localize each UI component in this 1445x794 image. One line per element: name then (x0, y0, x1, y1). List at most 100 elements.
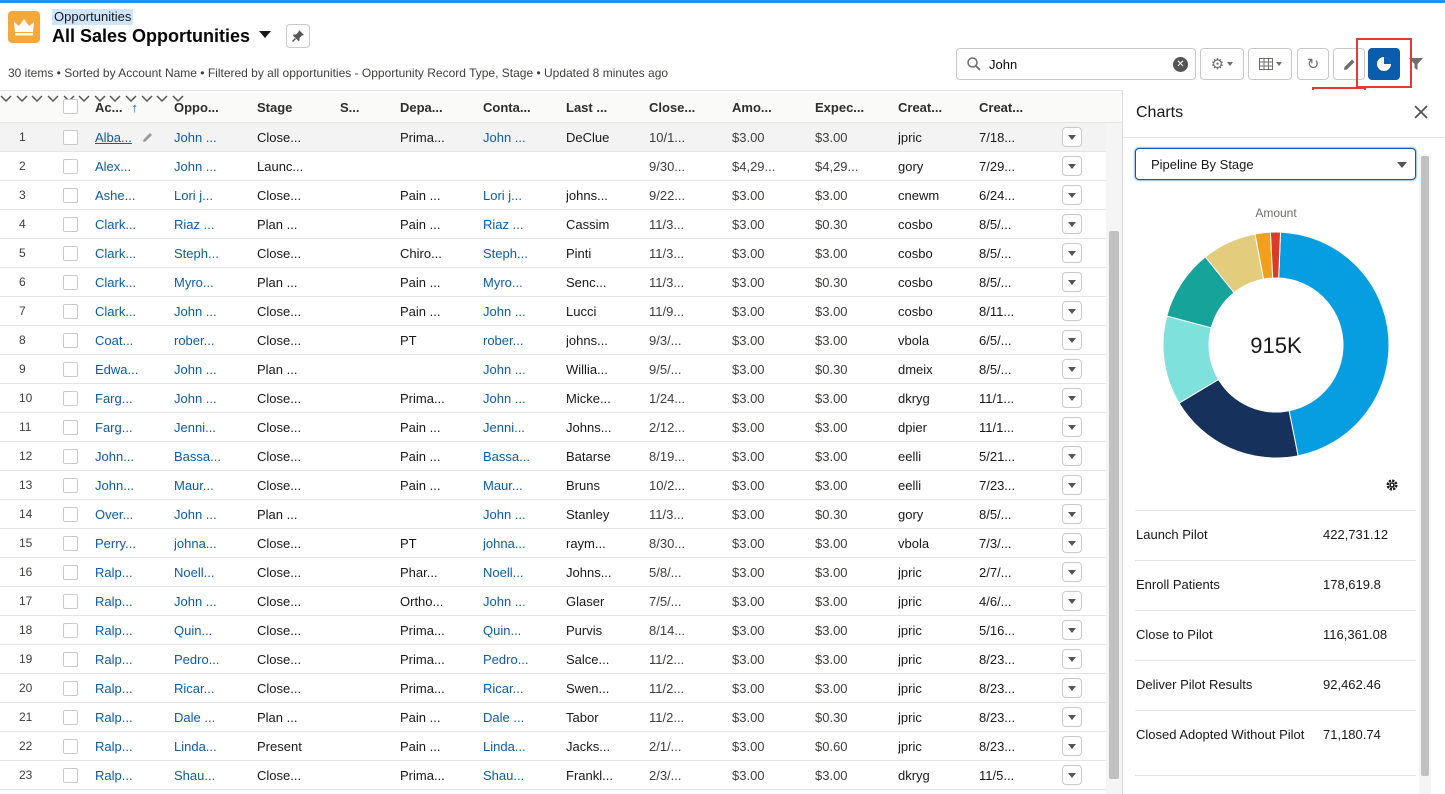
table-cell[interactable]: Myro... (483, 268, 555, 297)
row-action-menu-button[interactable] (1062, 359, 1082, 379)
table-cell[interactable]: Steph... (174, 239, 246, 268)
list-view-title[interactable]: All Sales Opportunities (52, 25, 250, 47)
table-row[interactable]: 6 Clark... Myro... Plan ... Pain ... Myro... S… (0, 268, 1106, 297)
table-cell[interactable]: Clark... (95, 297, 140, 326)
row-checkbox[interactable] (63, 304, 78, 319)
table-cell[interactable] (483, 152, 555, 181)
table-row[interactable]: 17 Ralp... John ... Close... Ortho... John ..… (0, 587, 1106, 616)
row-checkbox[interactable] (63, 130, 78, 145)
row-checkbox[interactable] (63, 768, 78, 783)
table-cell[interactable]: John ... (483, 587, 555, 616)
column-header[interactable]: Ac... ↑ (95, 91, 138, 123)
row-action-menu-button[interactable] (1062, 765, 1082, 785)
row-action-menu-button[interactable] (1062, 272, 1082, 292)
row-action-menu-button[interactable] (1062, 707, 1082, 727)
table-cell[interactable]: Over... (95, 500, 140, 529)
row-action-menu-button[interactable] (1062, 504, 1082, 524)
column-header[interactable]: Close... (649, 91, 695, 123)
row-checkbox[interactable] (63, 710, 78, 725)
row-action-menu-button[interactable] (1062, 736, 1082, 756)
table-cell[interactable]: Lori j... (483, 181, 555, 210)
donut-slice[interactable] (1269, 231, 1282, 279)
list-view-dropdown-icon[interactable] (259, 31, 271, 38)
clear-search-icon[interactable]: ✕ (1173, 57, 1188, 72)
table-cell[interactable]: Perry... (95, 529, 140, 558)
table-cell[interactable]: Farg... (95, 413, 140, 442)
table-cell[interactable]: Noell... (174, 558, 246, 587)
table-cell[interactable]: Ralp... (95, 732, 140, 761)
table-cell[interactable]: Ashe... (95, 181, 140, 210)
column-header[interactable]: Conta... (483, 91, 531, 123)
table-cell[interactable]: Quin... (483, 616, 555, 645)
row-action-menu-button[interactable] (1062, 533, 1082, 553)
gear-icon[interactable] (1385, 478, 1399, 492)
chevron-down-icon[interactable] (156, 95, 168, 103)
row-action-menu-button[interactable] (1062, 562, 1082, 582)
inline-edit-pencil-icon[interactable] (142, 131, 154, 143)
table-cell[interactable]: Ralp... (95, 645, 140, 674)
row-checkbox[interactable] (63, 217, 78, 232)
table-row[interactable]: 5 Clark... Steph... Close... Chiro... Steph..… (0, 239, 1106, 268)
row-action-menu-button[interactable] (1062, 243, 1082, 263)
row-action-menu-button[interactable] (1062, 591, 1082, 611)
table-row[interactable]: 9 Edwa... John ... Plan ... John ... Willia..… (0, 355, 1106, 384)
row-checkbox[interactable] (63, 159, 78, 174)
table-cell[interactable]: Ralp... (95, 616, 140, 645)
table-row[interactable]: 10 Farg... John ... Close... Prima... John ..… (0, 384, 1106, 413)
charts-panel-scrollbar-thumb[interactable] (1421, 156, 1429, 776)
table-cell[interactable]: John ... (174, 500, 246, 529)
row-action-menu-button[interactable] (1062, 649, 1082, 669)
table-cell[interactable]: Linda... (174, 732, 246, 761)
column-header[interactable]: Stage (257, 91, 292, 123)
row-checkbox[interactable] (63, 449, 78, 464)
row-action-menu-button[interactable] (1062, 475, 1082, 495)
table-cell[interactable]: Dale ... (174, 703, 246, 732)
chevron-down-icon[interactable] (0, 95, 12, 103)
column-header[interactable]: Oppo... (174, 91, 219, 123)
chevron-down-icon[interactable] (31, 95, 43, 103)
table-scrollbar-thumb[interactable] (1109, 231, 1119, 779)
table-cell[interactable]: Ricar... (483, 674, 555, 703)
table-cell[interactable]: Maur... (483, 471, 555, 500)
table-row[interactable]: 16 Ralp... Noell... Close... Phar... Noell...… (0, 558, 1106, 587)
table-cell[interactable]: John ... (174, 355, 246, 384)
row-action-menu-button[interactable] (1062, 330, 1082, 350)
refresh-button[interactable]: ↻ (1297, 48, 1329, 80)
column-header[interactable]: Creat... (898, 91, 942, 123)
chevron-down-icon[interactable] (47, 95, 59, 103)
row-checkbox[interactable] (63, 739, 78, 754)
row-action-menu-button[interactable] (1062, 214, 1082, 234)
table-cell[interactable]: Clark... (95, 210, 140, 239)
table-cell[interactable]: John... (95, 471, 140, 500)
table-cell[interactable]: rober... (174, 326, 246, 355)
table-cell[interactable]: Alex... (95, 152, 140, 181)
table-cell[interactable]: Ralp... (95, 761, 140, 790)
table-cell[interactable]: Shau... (483, 761, 555, 790)
row-action-menu-button[interactable] (1062, 301, 1082, 321)
row-checkbox[interactable] (63, 652, 78, 667)
table-row[interactable]: 12 John... Bassa... Close... Pain ... Bassa..… (0, 442, 1106, 471)
table-cell[interactable]: Dale ... (483, 703, 555, 732)
column-header[interactable]: Amo... (732, 91, 772, 123)
table-cell[interactable]: John ... (483, 355, 555, 384)
table-cell[interactable]: Ralp... (95, 674, 140, 703)
display-as-button[interactable] (1248, 48, 1292, 80)
chevron-down-icon[interactable] (16, 95, 28, 103)
table-cell[interactable]: Ricar... (174, 674, 246, 703)
table-cell[interactable]: John ... (174, 152, 246, 181)
row-action-menu-button[interactable] (1062, 388, 1082, 408)
row-checkbox[interactable] (63, 246, 78, 261)
table-cell[interactable]: Clark... (95, 268, 140, 297)
table-cell[interactable]: Maur... (174, 471, 246, 500)
table-row[interactable]: 20 Ralp... Ricar... Close... Prima... Ricar..… (0, 674, 1106, 703)
table-cell[interactable]: John ... (483, 500, 555, 529)
table-cell[interactable]: Jenni... (174, 413, 246, 442)
table-cell[interactable]: Steph... (483, 239, 555, 268)
table-row[interactable]: 8 Coat... rober... Close... PT rober... johns.… (0, 326, 1106, 355)
table-cell[interactable]: rober... (483, 326, 555, 355)
row-action-menu-button[interactable] (1062, 156, 1082, 176)
table-cell[interactable]: John ... (174, 297, 246, 326)
search-list-box[interactable]: ✕ (956, 48, 1196, 80)
table-cell[interactable]: Quin... (174, 616, 246, 645)
row-checkbox[interactable] (63, 565, 78, 580)
